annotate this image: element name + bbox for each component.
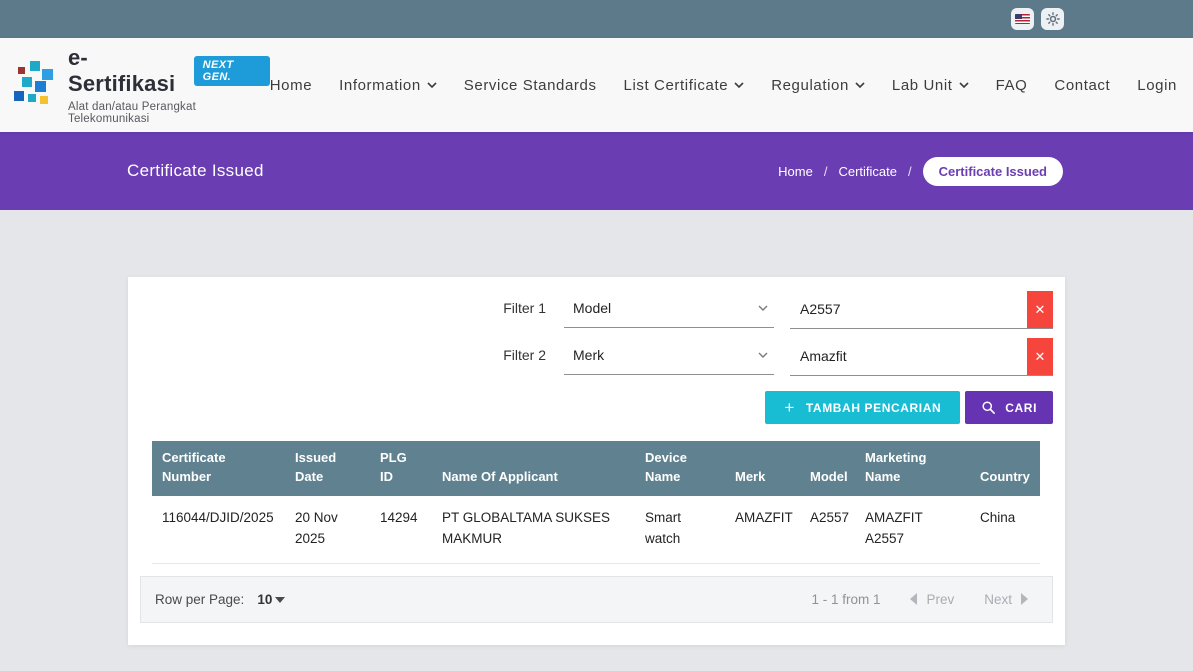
nav-item-faq[interactable]: FAQ [996, 77, 1028, 94]
filter-1-value-input[interactable] [790, 291, 1027, 328]
next-page-button[interactable]: Next [984, 592, 1028, 607]
filter-2-field-select[interactable]: Merk [564, 338, 774, 375]
page-banner: Certificate Issued Home / Certificate / … [0, 132, 1193, 210]
chevron-down-icon [734, 82, 744, 88]
breadcrumb-certificate[interactable]: Certificate [838, 164, 897, 179]
chevron-down-icon [959, 82, 969, 88]
search-button[interactable]: CARI [965, 391, 1053, 424]
filter-1-field-select[interactable]: Model [564, 291, 774, 328]
col-name-of-applicant: Name Of Applicant [432, 441, 635, 496]
nav-item-regulation[interactable]: Regulation [771, 77, 865, 94]
nav-item-login[interactable]: Login [1137, 77, 1177, 94]
cell-model: A2557 [800, 496, 855, 563]
add-search-button[interactable]: + TAMBAH PENCARIAN [765, 391, 960, 424]
close-icon: ✕ [1035, 303, 1046, 316]
language-button[interactable] [1011, 8, 1034, 30]
nav-item-information[interactable]: Information [339, 77, 437, 94]
gear-icon [1046, 12, 1060, 26]
cell-merk: AMAZFIT [725, 496, 800, 563]
filter-2-input-wrap: ✕ [790, 338, 1053, 376]
cell-country: China [970, 496, 1040, 563]
nav-item-home[interactable]: Home [270, 77, 312, 94]
logo-next-gen-badge: NEXT GEN. [194, 56, 270, 86]
site-logo[interactable]: e-Sertifikasi NEXT GEN. Alat dan/atau Pe… [12, 45, 270, 125]
filter-row-2: Filter 2 Merk ✕ [128, 338, 1053, 376]
cell-plg-id: 14294 [370, 496, 432, 563]
page-title: Certificate Issued [127, 161, 264, 181]
chevron-down-icon [427, 82, 437, 88]
nav-item-list-certificate[interactable]: List Certificate [624, 77, 745, 94]
nav-item-service-standards[interactable]: Service Standards [464, 77, 597, 94]
results-table: Certificate Number Issued Date PLG ID Na… [152, 441, 1040, 564]
col-model: Model [800, 441, 855, 496]
col-device-name: Device Name [635, 441, 725, 496]
table-header-row: Certificate Number Issued Date PLG ID Na… [152, 441, 1040, 496]
col-certificate-number: Certificate Number [152, 441, 285, 496]
chevron-down-icon [758, 305, 768, 311]
breadcrumb-home[interactable]: Home [778, 164, 813, 179]
filter-1-input-wrap: ✕ [790, 291, 1053, 329]
logo-pixel-icon [12, 61, 56, 109]
nav-item-lab-unit[interactable]: Lab Unit [892, 77, 969, 94]
us-flag-icon [1015, 14, 1030, 24]
filter-2-label: Filter 2 [503, 338, 546, 363]
chevron-down-icon [855, 82, 865, 88]
nav-item-contact[interactable]: Contact [1054, 77, 1110, 94]
prev-arrow-icon [910, 593, 917, 605]
col-marketing-name: Marketing Name [855, 441, 970, 496]
col-plg-id: PLG ID [370, 441, 432, 496]
results-table-wrap: Certificate Number Issued Date PLG ID Na… [152, 441, 1040, 564]
pagination-controls: 1 - 1 from 1 Prev Next [811, 592, 1028, 607]
rows-per-page-select[interactable]: 10 [257, 592, 285, 607]
filter-actions: + TAMBAH PENCARIAN CARI [128, 391, 1053, 424]
logo-subtitle: Alat dan/atau Perangkat Telekomunikasi [68, 101, 270, 125]
col-country: Country [970, 441, 1040, 496]
filter-1-label: Filter 1 [503, 291, 546, 316]
pagination-bar: Row per Page: 10 1 - 1 from 1 Prev Next [140, 576, 1053, 623]
cell-device-name: Smart watch [635, 496, 725, 563]
col-merk: Merk [725, 441, 800, 496]
cell-marketing-name: AMAZFIT A2557 [855, 496, 970, 563]
filter-row-1: Filter 1 Model ✕ [128, 291, 1053, 329]
filter-2-clear-button[interactable]: ✕ [1027, 338, 1053, 375]
rows-per-page: Row per Page: 10 [155, 592, 285, 607]
table-row[interactable]: 116044/DJID/2025 20 Nov 2025 14294 PT GL… [152, 496, 1040, 563]
top-utility-bar [0, 0, 1193, 38]
search-icon [981, 400, 996, 415]
breadcrumb-separator: / [908, 164, 912, 179]
cell-issued-date: 20 Nov 2025 [285, 496, 370, 563]
chevron-down-icon [758, 352, 768, 358]
results-card: Filter 1 Model ✕ Filter 2 Merk [128, 277, 1065, 645]
close-icon: ✕ [1035, 350, 1046, 363]
logo-title: e-Sertifikasi [68, 45, 186, 97]
pagination-range: 1 - 1 from 1 [811, 592, 880, 607]
caret-down-icon [275, 597, 285, 603]
rows-per-page-label: Row per Page: [155, 592, 244, 607]
breadcrumb-separator: / [824, 164, 828, 179]
filter-1-clear-button[interactable]: ✕ [1027, 291, 1053, 328]
main-nav: Home Information Service Standards List … [270, 77, 1177, 94]
page-content: Filter 1 Model ✕ Filter 2 Merk [0, 210, 1193, 645]
next-arrow-icon [1021, 593, 1028, 605]
breadcrumb: Home / Certificate / Certificate Issued [778, 157, 1063, 186]
breadcrumb-current-pill: Certificate Issued [923, 157, 1063, 186]
settings-button[interactable] [1041, 8, 1064, 30]
site-header: e-Sertifikasi NEXT GEN. Alat dan/atau Pe… [0, 38, 1193, 132]
col-issued-date: Issued Date [285, 441, 370, 496]
plus-icon: + [784, 399, 795, 416]
filter-2-value-input[interactable] [790, 338, 1027, 375]
prev-page-button[interactable]: Prev [910, 592, 954, 607]
cell-certificate-number: 116044/DJID/2025 [152, 496, 285, 563]
cell-name-of-applicant: PT GLOBALTAMA SUKSES MAKMUR [432, 496, 635, 563]
